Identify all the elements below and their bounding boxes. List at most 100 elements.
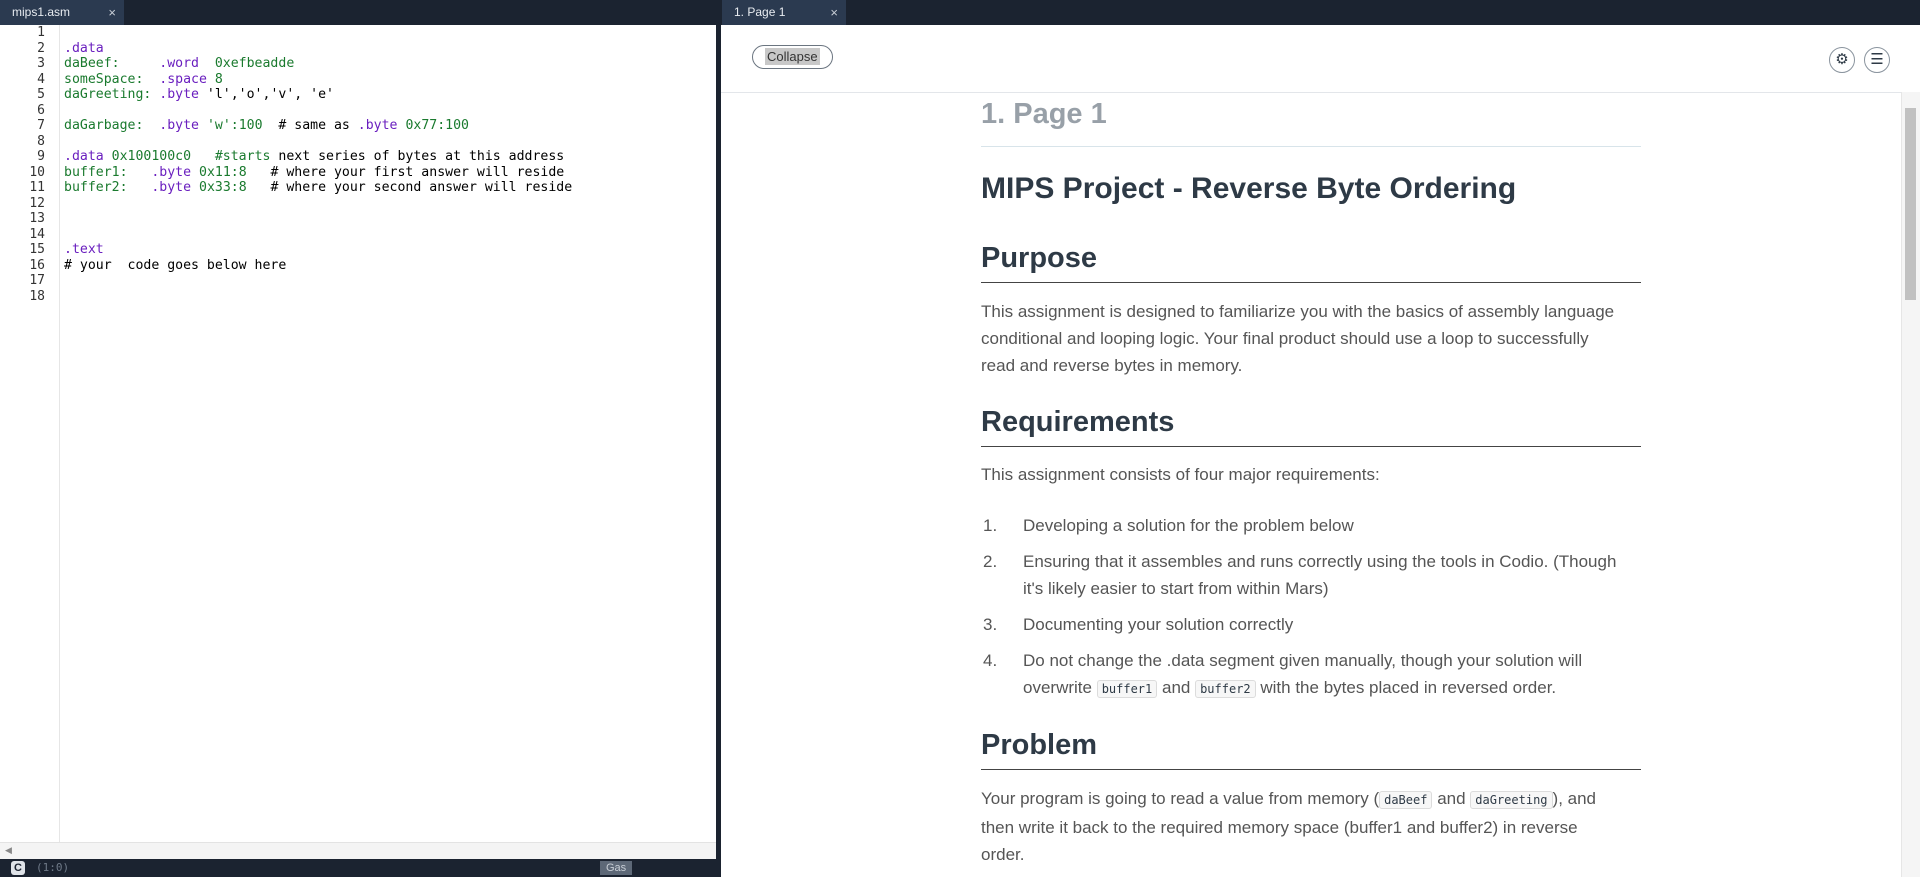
code-token: 8 (214, 71, 223, 87)
text-run: with the bytes placed in reversed order. (1255, 678, 1557, 697)
code-line: buffer2: .byte 0x33:8 # where your secon… (64, 180, 572, 195)
list-number: 2. (983, 552, 998, 571)
list-number: 1. (983, 516, 998, 535)
line-number: 2 (37, 40, 45, 56)
line-number: 3 (37, 56, 45, 71)
editor-status-bar: C (1:0) Gas (0, 859, 716, 877)
problem-heading: Problem (981, 729, 1098, 761)
code-token: 0x100100c0 (111, 149, 192, 164)
heading-divider (981, 446, 1641, 447)
code-token: 0x33:8 (199, 180, 247, 195)
tab-label: 1. Page 1 (734, 5, 786, 19)
problem-text: Your program is going to read a value fr… (981, 785, 1621, 868)
document-title: MIPS Project - Reverse Byte Ordering (981, 172, 1517, 205)
code-line: .data (64, 41, 104, 56)
code-token: 0x77:100 (405, 118, 469, 133)
list-number: 4. (983, 651, 998, 670)
codio-logo-icon: C (11, 861, 25, 875)
code-token: .data (64, 149, 112, 164)
code-token: # where your first answer will reside (246, 164, 565, 180)
scroll-left-icon[interactable]: ◀ (5, 845, 12, 856)
list-icon[interactable]: ☰ (1864, 47, 1890, 73)
text-run: and (1157, 678, 1196, 697)
inline-code: daBeef (1379, 791, 1433, 809)
inline-code: buffer1 (1096, 680, 1158, 698)
list-item: 1. Developing a solution for the problem… (983, 512, 1633, 539)
list-text: Developing a solution for the problem be… (1023, 516, 1354, 535)
purpose-text: This assignment is designed to familiari… (981, 302, 1615, 375)
scrollbar-thumb[interactable] (1905, 108, 1916, 300)
code-line: .text (64, 242, 104, 257)
code-token: .word (119, 56, 215, 71)
requirements-intro: This assignment consists of four major r… (981, 465, 1380, 484)
code-token: # same as (262, 118, 358, 133)
code-line: someSpace: .space 8 (64, 72, 223, 87)
list-item: 4. Do not change the .data segment given… (983, 647, 1633, 703)
title-divider (981, 146, 1641, 147)
line-number: 17 (29, 273, 45, 288)
requirements-heading: Requirements (981, 406, 1175, 438)
code-token: someSpace: (64, 71, 144, 87)
code-token: buffer1: (64, 164, 128, 180)
collapse-button[interactable]: Collapse (752, 45, 833, 69)
vertical-scrollbar[interactable] (1901, 92, 1920, 877)
heading-divider (981, 769, 1641, 770)
tab-label: mips1.asm (12, 5, 71, 19)
code-token: #starts (191, 149, 271, 164)
line-number: 9 (37, 149, 45, 164)
code-token: next series of bytes at this address (270, 149, 565, 164)
line-number: 18 (29, 288, 45, 304)
purpose-heading: Purpose (981, 242, 1098, 274)
page-title: 1. Page 1 (981, 98, 1107, 130)
line-number: 1 (37, 25, 45, 40)
list-text: Documenting your solution correctly (1023, 615, 1294, 634)
guide-tabbar: 1. Page 1 × (721, 0, 1920, 25)
line-number: 7 (37, 118, 45, 133)
guide-pane: 1. Page 1 × Collapse ⚙ ☰ 1. Page 1 MIPS … (721, 0, 1920, 877)
horizontal-scrollbar[interactable]: ◀ (0, 842, 716, 859)
close-icon[interactable]: × (108, 0, 116, 25)
code-line: .data 0x100100c0 #starts next series of … (64, 149, 564, 164)
close-icon[interactable]: × (830, 0, 838, 25)
guide-content[interactable]: 1. Page 1 MIPS Project - Reverse Byte Or… (721, 92, 1901, 877)
inline-code: buffer2 (1195, 680, 1256, 698)
cursor-position: (1:0) (36, 861, 70, 874)
code-token: # where your second answer will reside (246, 180, 573, 195)
code-token: daGreeting: (64, 87, 152, 102)
code-token: daBeef: (64, 56, 120, 71)
code-token: .data (64, 40, 104, 56)
language-mode[interactable]: Gas (600, 861, 633, 875)
collapse-label: Collapse (765, 48, 820, 65)
code-token: .byte (151, 87, 207, 102)
line-number: 11 (29, 180, 45, 195)
code-text-area[interactable]: .data daBeef: .word 0xefbeadde someSpace… (64, 25, 704, 842)
line-number: 4 (37, 71, 45, 87)
line-number: 14 (29, 226, 45, 242)
code-token: 'w':100 (206, 118, 263, 133)
code-line: daBeef: .word 0xefbeadde (64, 56, 294, 71)
line-number: 10 (29, 164, 45, 180)
code-token: .byte (143, 118, 207, 133)
line-number: 8 (37, 133, 45, 149)
gear-icon[interactable]: ⚙ (1829, 47, 1855, 73)
text-run: Your program is going to read a value fr… (981, 789, 1380, 808)
code-token: 0xefbeadde (214, 56, 295, 71)
code-token: # your code goes below here (64, 257, 287, 273)
tab-page-1[interactable]: 1. Page 1 × (722, 0, 846, 25)
code-line: daGarbage: .byte 'w':100 # same as .byte… (64, 118, 469, 133)
line-number: 6 (37, 102, 45, 118)
list-number: 3. (983, 615, 998, 634)
code-editor[interactable]: 1 2 3 4 5 6 7 8 9 10 11 12 13 14 15 16 1… (0, 25, 716, 842)
line-number: 15 (29, 242, 45, 257)
code-line: buffer1: .byte 0x11:8 # where your first… (64, 165, 564, 180)
heading-divider (981, 282, 1641, 283)
code-token: buffer2: (64, 180, 128, 195)
code-token: 'l','o','v', 'e' (206, 87, 334, 102)
code-line: daGreeting: .byte 'l','o','v', 'e' (64, 87, 334, 102)
text-run: and (1432, 789, 1471, 808)
line-number: 16 (29, 257, 45, 273)
editor-pane: mips1.asm × 1 2 3 4 5 6 7 8 9 10 11 12 1… (0, 0, 716, 877)
code-token: .text (64, 242, 104, 257)
tab-mips1-asm[interactable]: mips1.asm × (0, 0, 124, 25)
list-item: 2. Ensuring that it assembles and runs c… (983, 548, 1633, 602)
